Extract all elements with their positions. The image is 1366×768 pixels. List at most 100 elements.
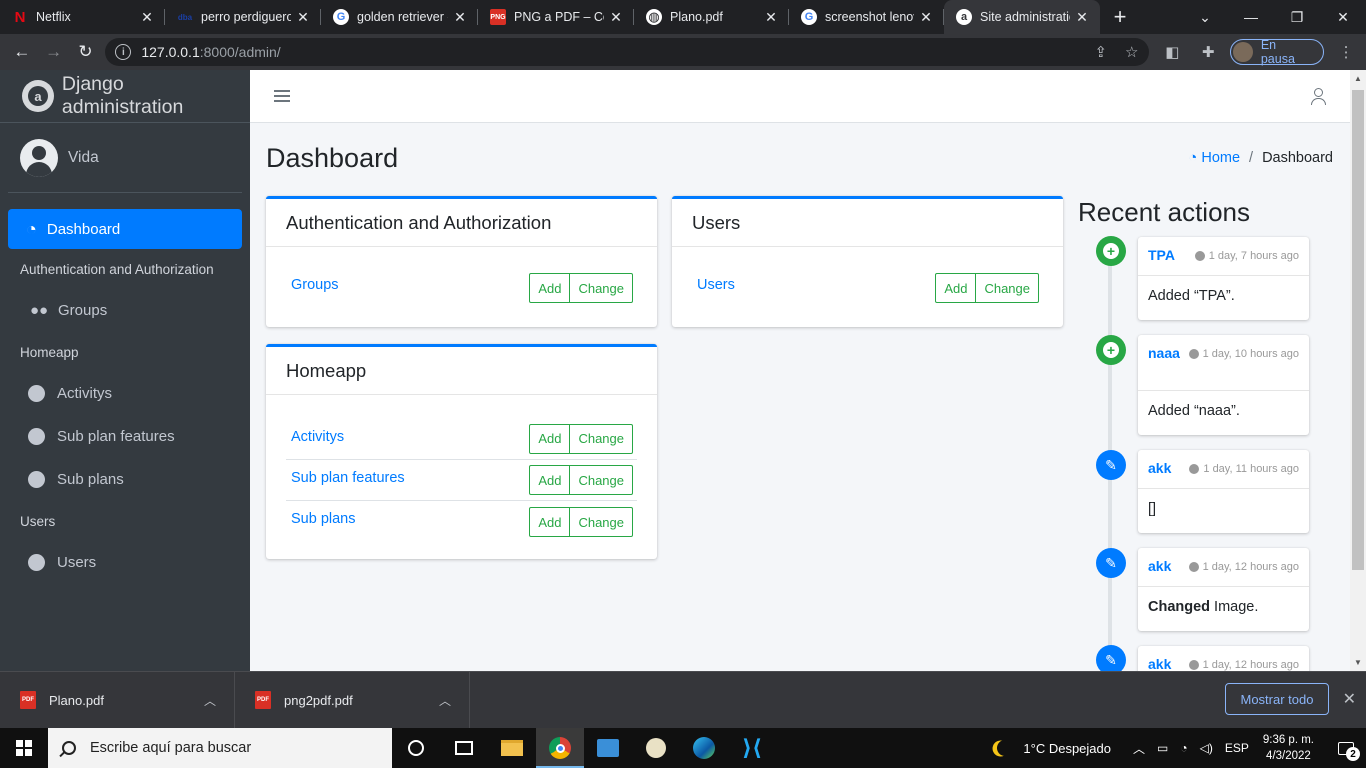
sidebar-item-dashboard[interactable]: ◔ Dashboard — [8, 209, 242, 249]
model-link-activitys[interactable]: Activitys — [286, 429, 344, 445]
close-tab-icon[interactable]: ✕ — [1074, 9, 1090, 26]
django-admin-icon: a — [956, 9, 972, 25]
change-button[interactable]: Change — [570, 423, 633, 454]
add-button[interactable]: Add — [529, 465, 571, 495]
network-icon[interactable]: ◔ — [1180, 741, 1187, 755]
chevron-up-icon[interactable]: ︿ — [204, 692, 216, 709]
add-button[interactable]: Add — [529, 507, 571, 537]
chevron-up-icon[interactable]: ︿ — [439, 692, 451, 709]
weather-widget[interactable]: 1°C Despejado — [997, 740, 1111, 756]
chevron-up-icon[interactable]: ︿ — [1133, 740, 1145, 757]
recent-action-object[interactable]: akk — [1148, 460, 1188, 488]
close-tab-icon[interactable]: ✕ — [608, 9, 624, 26]
download-item[interactable]: PDF Plano.pdf ︿ — [0, 671, 235, 729]
puzzle-icon[interactable]: ✚ — [1194, 43, 1222, 61]
profile-button[interactable]: En pausa — [1230, 38, 1325, 66]
close-tab-icon[interactable]: ✕ — [139, 9, 155, 26]
start-button[interactable] — [0, 728, 48, 768]
profile-status: En pausa — [1260, 38, 1295, 66]
clock-icon — [1188, 349, 1199, 359]
breadcrumb-current: Dashboard — [1262, 150, 1333, 166]
model-link-sub-plans[interactable]: Sub plans — [286, 511, 356, 527]
add-button[interactable]: Add — [529, 273, 571, 303]
clock-icon — [1188, 660, 1199, 670]
bookmark-star-icon[interactable]: ☆ — [1125, 43, 1138, 61]
edge-icon[interactable] — [680, 728, 728, 768]
scrollbar-thumb[interactable] — [1352, 90, 1364, 570]
change-button[interactable]: Change — [976, 273, 1039, 303]
sidebar-item-users[interactable]: Users — [0, 541, 250, 584]
model-link-sub-plan-features[interactable]: Sub plan features — [286, 470, 405, 486]
reload-icon[interactable]: ↻ — [70, 36, 102, 68]
share-icon[interactable]: ⇪ — [1094, 43, 1107, 61]
tachometer-icon: ◔ — [26, 218, 37, 239]
taskbar-search-box[interactable]: Escribe aquí para buscar — [48, 728, 392, 768]
page-scrollbar[interactable]: ▲ ▼ — [1350, 70, 1366, 671]
forward-icon[interactable]: → — [38, 36, 70, 68]
breadcrumb-home[interactable]: ◔ Home — [1189, 150, 1240, 166]
sidebar-item-sub-plan-features[interactable]: Sub plan features — [0, 415, 250, 458]
photos-icon[interactable] — [584, 728, 632, 768]
sidebar-item-groups[interactable]: ●● Groups — [0, 289, 250, 332]
show-all-downloads-button[interactable]: Mostrar todo — [1225, 683, 1329, 715]
scroll-up-icon[interactable]: ▲ — [1354, 74, 1362, 83]
minimize-icon[interactable]: — — [1228, 0, 1274, 34]
change-button[interactable]: Change — [570, 273, 633, 303]
site-info-icon[interactable]: i — [115, 44, 132, 60]
browser-tab-site-admin[interactable]: a Site administratic ✕ — [944, 0, 1100, 34]
extension-icon[interactable]: ◧ — [1159, 43, 1187, 61]
change-button[interactable]: Change — [570, 465, 633, 495]
cortana-icon[interactable] — [392, 728, 440, 768]
close-tab-icon[interactable]: ✕ — [452, 9, 468, 26]
notification-center-button[interactable]: 2 — [1326, 728, 1366, 768]
close-tab-icon[interactable]: ✕ — [763, 9, 779, 26]
sidebar-item-activitys[interactable]: Activitys — [0, 372, 250, 415]
address-bar[interactable]: i 127.0.0.1:8000/admin/ ⇪ ☆ — [105, 38, 1149, 66]
language-indicator[interactable]: ESP — [1225, 741, 1249, 755]
close-window-icon[interactable]: ✕ — [1320, 0, 1366, 34]
file-explorer-icon[interactable] — [488, 728, 536, 768]
recent-action-object[interactable]: TPA — [1148, 247, 1188, 275]
model-link-users[interactable]: Users — [692, 277, 735, 293]
brand-link[interactable]: a Django administration — [0, 70, 250, 123]
tab-search-icon[interactable]: ⌄ — [1182, 0, 1228, 34]
restore-icon[interactable]: ❐ — [1274, 0, 1320, 34]
png2pdf-icon: PNG — [490, 9, 506, 25]
sidebar-item-sub-plans[interactable]: Sub plans — [0, 458, 250, 501]
scroll-down-icon[interactable]: ▼ — [1354, 658, 1362, 667]
browser-tab-netflix[interactable]: N Netflix ✕ — [0, 0, 165, 34]
browser-tab-plano[interactable]: ◍ Plano.pdf ✕ — [634, 0, 789, 34]
taskbar-clock[interactable]: 9:36 p. m. 4/3/2022 — [1263, 732, 1314, 764]
browser-tab-perro[interactable]: dba perro perdiguero ✕ — [165, 0, 321, 34]
sidebar-item-label: Activitys — [57, 385, 113, 402]
hamburger-menu-icon[interactable] — [274, 87, 290, 105]
browser-tab-screenshot[interactable]: G screenshot lenov ✕ — [789, 0, 944, 34]
close-tab-icon[interactable]: ✕ — [295, 9, 311, 26]
recent-action-object[interactable]: naaa — [1148, 345, 1188, 390]
add-button[interactable]: Add — [935, 273, 977, 303]
model-link-groups[interactable]: Groups — [286, 277, 339, 293]
task-view-icon[interactable] — [440, 728, 488, 768]
paint-icon[interactable] — [632, 728, 680, 768]
vscode-icon[interactable]: ⟩⟨ — [728, 728, 776, 768]
chrome-icon[interactable] — [536, 728, 584, 768]
recent-action-object[interactable]: akk — [1148, 558, 1188, 586]
download-item[interactable]: PDF png2pdf.pdf ︿ — [235, 671, 470, 729]
volume-icon[interactable]: ◁) — [1200, 741, 1213, 755]
close-tab-icon[interactable]: ✕ — [918, 9, 934, 26]
sidebar-item-label: Groups — [58, 302, 108, 319]
battery-icon[interactable]: ▭ — [1157, 741, 1168, 755]
new-tab-button[interactable]: + — [1100, 0, 1140, 34]
close-icon[interactable]: ✕ — [1343, 689, 1356, 709]
browser-tab-golden[interactable]: G golden retriever - ✕ — [321, 0, 478, 34]
menu-kebab-icon[interactable]: ⋮ — [1332, 43, 1360, 61]
add-button[interactable]: Add — [529, 423, 571, 454]
back-icon[interactable]: ← — [6, 36, 38, 68]
recent-action-object[interactable]: akk — [1148, 656, 1188, 671]
change-button[interactable]: Change — [570, 507, 633, 537]
user-menu-icon[interactable] — [1310, 88, 1326, 105]
circle-icon — [28, 554, 45, 571]
sidebar-item-label: Users — [57, 554, 97, 571]
browser-tab-png2pdf[interactable]: PNG PNG a PDF – Con ✕ — [478, 0, 634, 34]
user-panel[interactable]: Vida — [8, 123, 242, 193]
